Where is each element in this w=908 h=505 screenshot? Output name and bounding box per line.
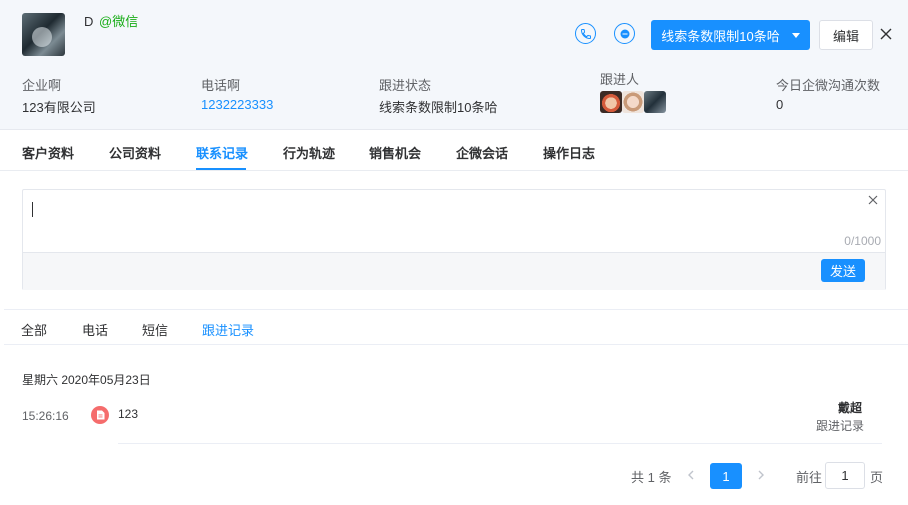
- tab-customer-profile[interactable]: 客户资料: [22, 143, 74, 162]
- today-wechat-count-info: 今日企微沟通次数 0: [776, 75, 880, 112]
- follow-status-button-label: 线索条数限制10条哈: [661, 28, 780, 44]
- editor-footer: 发送: [23, 252, 885, 290]
- follower-avatars: [600, 91, 666, 113]
- follow-status-label: 跟进状态: [379, 78, 432, 93]
- today-wechat-count-value: 0: [776, 97, 784, 112]
- caret-down-icon: [791, 32, 800, 38]
- follow-status-dropdown-button[interactable]: 线索条数限制10条哈: [651, 20, 810, 50]
- follow-up-editor[interactable]: 0/1000 发送: [22, 189, 886, 290]
- record-time: 15:26:16: [22, 409, 69, 423]
- customer-name: D: [84, 14, 94, 29]
- record-date-heading: 星期六 2020年05月23日: [22, 373, 151, 387]
- chevron-right-icon[interactable]: [754, 468, 768, 482]
- tab-wecom-session[interactable]: 企微会话: [456, 143, 508, 162]
- pagination-total: 共 1 条: [631, 470, 672, 485]
- company-value: 123有限公司: [22, 100, 96, 115]
- pagination-goto-label: 前往: [796, 470, 823, 485]
- company-label: 企业啊: [22, 78, 62, 93]
- avatar[interactable]: [644, 91, 666, 113]
- phone-number-link[interactable]: 1232223333: [201, 97, 273, 112]
- chevron-left-icon[interactable]: [684, 468, 698, 482]
- record-type: 跟进记录: [816, 419, 865, 433]
- chat-icon[interactable]: [614, 23, 635, 44]
- close-icon[interactable]: [879, 27, 893, 41]
- filter-tab-follow-up[interactable]: 跟进记录: [202, 320, 254, 339]
- record-user: 戴超: [838, 401, 863, 415]
- pagination-goto-input[interactable]: [825, 462, 865, 489]
- filter-tab-all[interactable]: 全部: [21, 320, 47, 339]
- text-cursor: [32, 202, 33, 217]
- follow-status-info: 跟进状态 线索条数限制10条哈: [379, 75, 497, 116]
- tab-company-profile[interactable]: 公司资料: [109, 143, 161, 162]
- tab-operation-log[interactable]: 操作日志: [543, 143, 595, 162]
- phone-info: 电话啊 1232223333: [201, 75, 273, 112]
- character-counter: 0/1000: [844, 234, 881, 248]
- pagination-page-suffix: 页: [870, 470, 884, 485]
- company-info: 企业啊 123有限公司: [22, 75, 96, 116]
- record-content: 123: [118, 407, 139, 421]
- record-divider: [118, 443, 882, 444]
- follow-status-value: 线索条数限制10条哈: [379, 100, 498, 115]
- send-button[interactable]: 发送: [821, 259, 865, 282]
- customer-header: D @微信 线索条数限制10条哈 编辑 企业啊 123有限公司 电话啊 1232…: [0, 0, 908, 130]
- avatar[interactable]: [622, 91, 644, 113]
- record-filter-tabs: 全部 电话 短信 跟进记录: [4, 309, 908, 345]
- today-wechat-count-label: 今日企微沟通次数: [776, 78, 881, 93]
- follower-label: 跟进人: [600, 72, 640, 87]
- customer-name-line: D @微信: [84, 11, 138, 30]
- filter-tab-sms[interactable]: 短信: [142, 320, 168, 339]
- phone-icon[interactable]: [575, 23, 596, 44]
- follower-info: 跟进人: [600, 69, 666, 113]
- clear-icon[interactable]: [868, 195, 878, 205]
- detail-tabs: 客户资料 公司资料 联系记录 行为轨迹 销售机会 企微会话 操作日志: [0, 130, 908, 171]
- pagination-page-1[interactable]: 1: [710, 463, 742, 489]
- tab-behavior-trail[interactable]: 行为轨迹: [283, 143, 335, 162]
- edit-button[interactable]: 编辑: [819, 20, 873, 50]
- tab-contact-records[interactable]: 联系记录: [196, 143, 248, 162]
- filter-tab-phone[interactable]: 电话: [82, 320, 108, 339]
- phone-label: 电话啊: [201, 78, 241, 93]
- wechat-channel-tag: @微信: [99, 14, 139, 29]
- document-icon: [91, 406, 109, 424]
- active-tab-indicator: [196, 168, 246, 170]
- avatar[interactable]: [600, 91, 622, 113]
- customer-avatar: [22, 13, 65, 56]
- tab-sales-opportunity[interactable]: 销售机会: [369, 143, 421, 162]
